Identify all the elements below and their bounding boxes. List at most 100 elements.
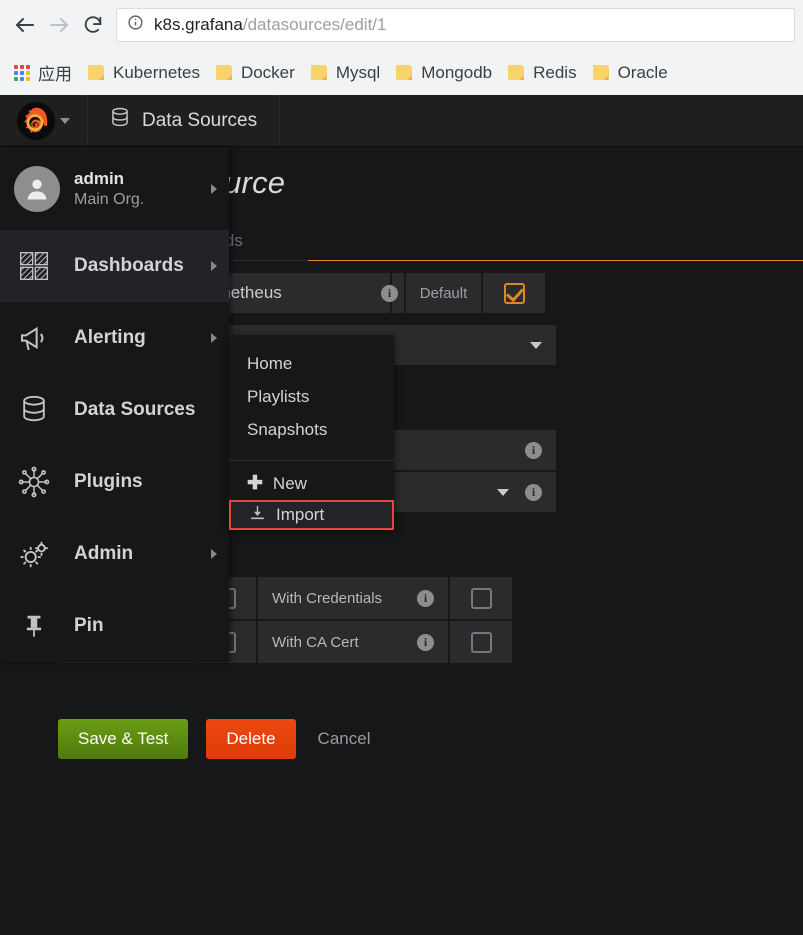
- sidebar-item-label: Dashboards: [74, 255, 184, 276]
- info-circle-icon[interactable]: [127, 14, 145, 36]
- apps-grid-icon: [14, 64, 30, 81]
- gear-icon: [14, 538, 54, 571]
- sidebar-item-label: Admin: [74, 543, 134, 564]
- browser-nav-bar: k8s.grafana/datasources/edit/1: [0, 0, 803, 50]
- delete-button[interactable]: Delete: [206, 719, 296, 759]
- chevron-down-icon: [497, 488, 509, 496]
- folder-icon: [508, 65, 525, 80]
- sidebar-item-alerting[interactable]: Alerting: [0, 302, 229, 374]
- back-arrow-icon[interactable]: [8, 8, 42, 42]
- submenu-item-label: New: [272, 473, 307, 493]
- side-menu-user[interactable]: admin Main Org.: [0, 147, 229, 230]
- bookmark-label: Redis: [533, 62, 577, 82]
- browser-chrome: k8s.grafana/datasources/edit/1 应用 Kubern…: [0, 0, 803, 95]
- dashboards-submenu: Home Playlists Snapshots ✚ New Import: [229, 335, 394, 530]
- bookmark-mongodb[interactable]: Mongodb: [388, 57, 500, 89]
- save-and-test-button[interactable]: Save & Test: [58, 719, 189, 759]
- chevron-right-icon: [211, 549, 217, 559]
- info-icon[interactable]: i: [381, 284, 398, 302]
- submenu-item-snapshots[interactable]: Snapshots: [229, 413, 394, 446]
- download-icon: [249, 504, 266, 526]
- bookmark-kubernetes[interactable]: Kubernetes: [80, 57, 208, 89]
- info-icon[interactable]: i: [417, 589, 434, 607]
- alerting-icon: [14, 322, 54, 354]
- dashboards-icon: [14, 250, 54, 282]
- with-ca-cert-checkbox-cell[interactable]: [450, 621, 512, 663]
- url-path: /datasources/edit/1: [242, 15, 387, 34]
- default-checkbox-cell[interactable]: [483, 273, 545, 313]
- info-icon[interactable]: i: [525, 441, 542, 459]
- top-nav-bar: Data Sources: [0, 95, 803, 147]
- reload-icon[interactable]: [76, 8, 110, 42]
- default-checkbox[interactable]: [503, 282, 525, 304]
- bookmark-label: Mongodb: [421, 62, 493, 82]
- sidebar-item-dashboards[interactable]: Dashboards: [0, 230, 229, 302]
- submenu-item-home[interactable]: Home: [229, 347, 394, 380]
- url-text: k8s.grafana/datasources/edit/1: [154, 15, 387, 35]
- submenu-item-label: Import: [276, 505, 325, 524]
- info-icon[interactable]: i: [525, 483, 542, 501]
- database-icon: [14, 395, 54, 425]
- bookmark-oracle[interactable]: Oracle: [585, 57, 676, 89]
- grafana-logo-icon: [17, 101, 55, 140]
- submenu-item-new[interactable]: ✚ New: [229, 467, 394, 500]
- sidebar-item-pin[interactable]: Pin: [0, 590, 229, 662]
- bookmark-docker[interactable]: Docker: [208, 57, 303, 89]
- with-ca-cert-label: With CA Cert: [272, 633, 359, 651]
- user-name: admin: [74, 168, 125, 188]
- database-icon: [110, 107, 130, 135]
- bookmark-mysql[interactable]: Mysql: [303, 57, 388, 89]
- address-bar[interactable]: k8s.grafana/datasources/edit/1: [116, 8, 795, 42]
- bookmark-label: Docker: [240, 62, 295, 82]
- folder-icon: [592, 65, 609, 80]
- user-org: Main Org.: [74, 190, 145, 208]
- bookmark-label: Mysql: [335, 62, 381, 82]
- sidebar-item-data-sources[interactable]: Data Sources: [0, 374, 229, 446]
- submenu-divider: [229, 460, 394, 461]
- chevron-right-icon: [211, 261, 217, 271]
- submenu-item-playlists[interactable]: Playlists: [229, 380, 394, 413]
- sidebar-item-label: Pin: [74, 615, 104, 636]
- bookmark-bar: 应用 Kubernetes Docker Mysql Mongodb Redis…: [0, 50, 803, 95]
- bookmark-redis[interactable]: Redis: [500, 57, 584, 89]
- chevron-down-icon: [530, 341, 542, 349]
- user-avatar-icon: [14, 165, 60, 212]
- info-icon[interactable]: i: [417, 633, 434, 651]
- forward-arrow-icon[interactable]: [42, 8, 76, 42]
- folder-icon: [310, 65, 327, 80]
- with-credentials-checkbox-cell[interactable]: [450, 577, 512, 619]
- pin-icon: [14, 613, 54, 639]
- sidebar-item-label: Plugins: [74, 471, 143, 492]
- url-host: k8s.grafana: [154, 15, 243, 34]
- bookmark-apps[interactable]: 应用: [6, 57, 80, 89]
- with-ca-cert-checkbox[interactable]: [470, 631, 492, 653]
- submenu-item-import[interactable]: Import: [229, 500, 394, 530]
- with-credentials-cell: With Credentials i: [258, 577, 448, 619]
- plugins-icon: [14, 466, 54, 498]
- breadcrumb-data-sources[interactable]: Data Sources: [88, 95, 281, 146]
- plus-icon: ✚: [247, 473, 263, 494]
- folder-icon: [396, 65, 413, 80]
- chevron-right-icon: [211, 333, 217, 343]
- brand-menu-button[interactable]: [0, 95, 88, 146]
- action-bar: Save & Test Delete Cancel: [58, 719, 803, 759]
- chevron-right-icon: [211, 183, 217, 194]
- with-credentials-checkbox[interactable]: [470, 587, 492, 609]
- folder-icon: [88, 65, 104, 80]
- side-menu: admin Main Org. Dashboards Alerting Data…: [0, 147, 229, 662]
- with-ca-cert-cell: With CA Cert i: [258, 621, 448, 663]
- folder-icon: [215, 65, 232, 80]
- bookmark-label: 应用: [38, 65, 72, 84]
- sidebar-item-admin[interactable]: Admin: [0, 518, 229, 590]
- grafana-app: Data Sources Edit data source Config Das…: [0, 95, 803, 935]
- bookmark-label: Kubernetes: [113, 62, 200, 82]
- with-credentials-label: With Credentials: [272, 589, 383, 607]
- bookmark-label: Oracle: [617, 62, 668, 82]
- breadcrumb-label: Data Sources: [142, 109, 258, 131]
- sidebar-item-label: Alerting: [74, 327, 146, 348]
- cancel-button[interactable]: Cancel: [314, 719, 375, 759]
- sidebar-item-plugins[interactable]: Plugins: [0, 446, 229, 518]
- default-label: Default: [406, 273, 481, 313]
- sidebar-item-label: Data Sources: [74, 399, 196, 420]
- caret-down-icon: [60, 117, 70, 124]
